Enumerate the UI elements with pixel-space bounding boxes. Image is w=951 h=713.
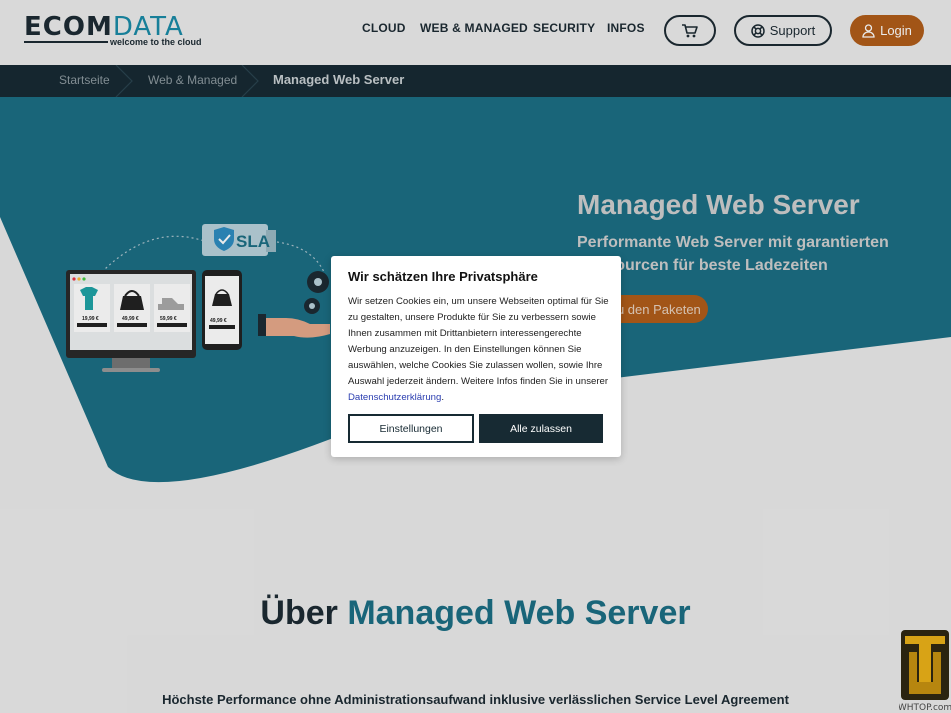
watermark-text: WHTOP.com <box>899 703 951 713</box>
cookie-accept-all-button[interactable]: Alle zulassen <box>479 414 603 443</box>
cookie-body: Wir setzen Cookies ein, um unsere Websei… <box>348 296 609 387</box>
cookie-body-end: . <box>441 392 444 403</box>
cookie-consent-dialog: Wir schätzen Ihre Privatsphäre Wir setze… <box>331 256 621 457</box>
cookie-title: Wir schätzen Ihre Privatsphäre <box>348 269 538 284</box>
cookie-settings-button[interactable]: Einstellungen <box>348 414 474 443</box>
cookie-text: Wir setzen Cookies ein, um unsere Websei… <box>348 294 610 406</box>
whtop-watermark-logo: WHTOP.com <box>899 630 951 713</box>
privacy-policy-link[interactable]: Datenschutzerklärung <box>348 392 441 403</box>
